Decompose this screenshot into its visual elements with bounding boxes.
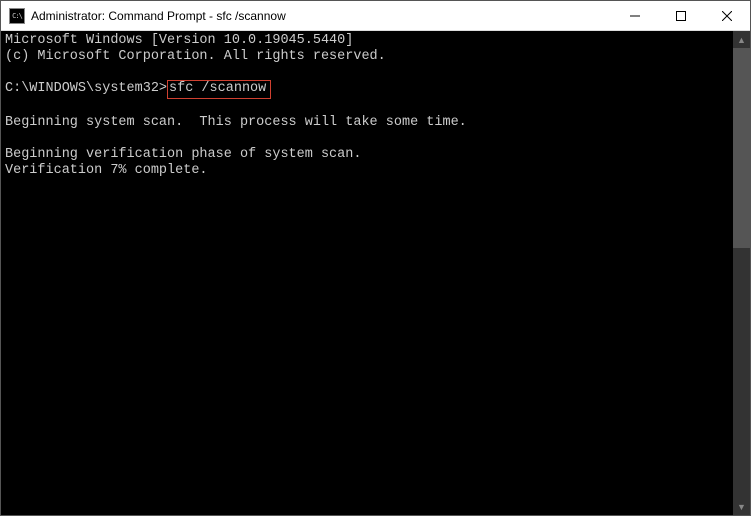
vertical-scrollbar[interactable]: ▲ ▼ bbox=[733, 31, 750, 515]
prompt: C:\WINDOWS\system32> bbox=[5, 81, 167, 96]
cmd-icon: C:\ bbox=[9, 8, 25, 24]
scroll-down-icon[interactable]: ▼ bbox=[733, 498, 750, 515]
terminal-area: Microsoft Windows [Version 10.0.19045.54… bbox=[1, 31, 750, 515]
output-line: Microsoft Windows [Version 10.0.19045.54… bbox=[5, 33, 353, 48]
command-prompt-window: C:\ Administrator: Command Prompt - sfc … bbox=[0, 0, 751, 516]
scroll-thumb[interactable] bbox=[733, 48, 750, 248]
output-line: (c) Microsoft Corporation. All rights re… bbox=[5, 49, 386, 64]
window-controls bbox=[612, 1, 750, 30]
command-input: sfc /scannow bbox=[167, 80, 271, 99]
maximize-button[interactable] bbox=[658, 1, 704, 30]
titlebar[interactable]: C:\ Administrator: Command Prompt - sfc … bbox=[1, 1, 750, 31]
window-title: Administrator: Command Prompt - sfc /sca… bbox=[31, 9, 612, 23]
output-line: Beginning verification phase of system s… bbox=[5, 147, 361, 162]
minimize-button[interactable] bbox=[612, 1, 658, 30]
terminal-output[interactable]: Microsoft Windows [Version 10.0.19045.54… bbox=[1, 31, 733, 515]
output-line: Verification 7% complete. bbox=[5, 163, 208, 178]
output-line: Beginning system scan. This process will… bbox=[5, 115, 467, 130]
close-button[interactable] bbox=[704, 1, 750, 30]
scroll-up-icon[interactable]: ▲ bbox=[733, 31, 750, 48]
